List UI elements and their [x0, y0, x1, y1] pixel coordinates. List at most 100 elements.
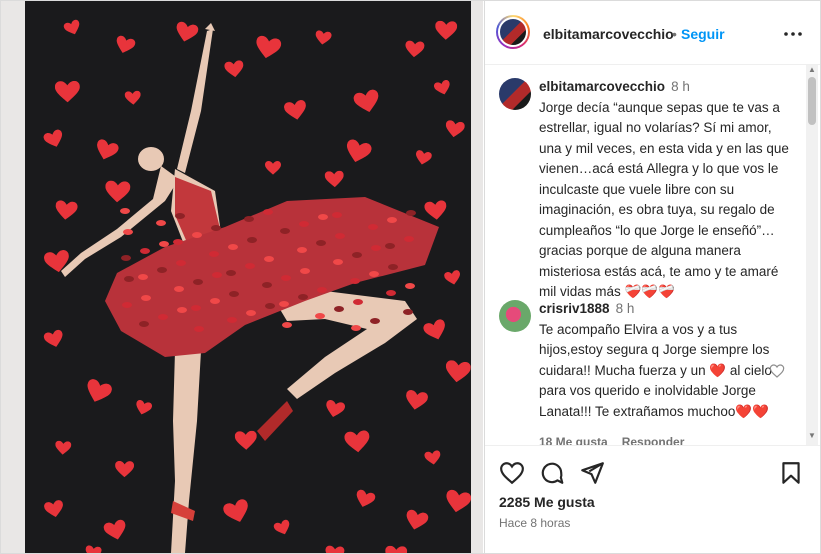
comment: crisriv1888 8 h Te acompaño Elvira a vos … — [539, 299, 797, 422]
comment-username[interactable]: crisriv1888 — [539, 301, 610, 316]
painted-heart — [343, 429, 371, 454]
painted-heart — [62, 18, 83, 37]
tutu-petal — [156, 220, 166, 226]
comment-likes[interactable]: 18 Me gusta — [539, 435, 608, 445]
tutu-petal — [244, 216, 254, 222]
tutu-petal — [263, 209, 273, 215]
painted-heart — [443, 488, 471, 515]
tutu-petal — [121, 255, 131, 261]
painted-heart — [54, 199, 79, 221]
post-media — [1, 1, 483, 553]
tutu-petal — [350, 278, 360, 284]
comment-avatar[interactable] — [499, 300, 531, 332]
painted-heart — [414, 149, 433, 167]
share-send-icon[interactable] — [579, 460, 605, 486]
painted-heart — [423, 449, 442, 466]
more-options-icon[interactable] — [781, 22, 805, 46]
painted-heart — [114, 460, 135, 478]
tutu-petal — [139, 321, 149, 327]
tutu-petal — [318, 214, 328, 220]
reply-button[interactable]: Responder — [622, 435, 685, 445]
painted-heart — [403, 389, 429, 412]
painted-heart — [352, 88, 382, 115]
tutu-petal — [404, 236, 414, 242]
tutu-petal — [193, 279, 203, 285]
painted-heart — [234, 430, 258, 451]
comments-list[interactable]: elbitamarcovecchio 8 h Jorge decía “aunqu… — [485, 65, 803, 445]
tutu-petal — [140, 248, 150, 254]
painted-heart — [133, 399, 153, 417]
painted-heart — [221, 497, 253, 526]
scroll-up-arrow-icon[interactable]: ▲ — [808, 65, 816, 74]
tutu-petal — [192, 232, 202, 238]
tutu-petal — [335, 233, 345, 239]
tutu-petal — [262, 282, 272, 288]
tutu-petal — [123, 229, 133, 235]
save-bookmark-icon[interactable] — [778, 460, 804, 486]
tutu-petal — [352, 252, 362, 258]
tutu-petal — [120, 208, 130, 214]
comments-scrollbar[interactable]: ▲ ▼ — [806, 65, 818, 445]
painted-heart — [404, 40, 425, 58]
painted-heart — [343, 138, 373, 166]
painted-heart — [253, 34, 283, 61]
caption: elbitamarcovecchio 8 h Jorge decía “aunqu… — [539, 77, 797, 303]
painted-heart — [124, 90, 142, 106]
tutu-petal — [229, 291, 239, 297]
tutu-petal — [158, 314, 168, 320]
caption-text: Jorge decía “aunque sepas que te vas a e… — [539, 99, 789, 300]
painted-heart — [272, 518, 293, 537]
painted-heart — [324, 170, 345, 188]
tutu-petal — [281, 275, 291, 281]
tutu-petal — [191, 305, 201, 311]
tutu-petal — [209, 251, 219, 257]
tutu-petal — [141, 295, 151, 301]
post-timestamp: Hace 8 horas — [499, 516, 571, 530]
tutu-petal — [157, 267, 167, 273]
tutu-petal — [371, 245, 381, 251]
painted-heart — [42, 328, 66, 350]
painted-heart — [323, 399, 346, 420]
painted-heart — [444, 119, 466, 139]
scrollbar-thumb[interactable] — [808, 77, 816, 125]
tutu-petal — [405, 283, 415, 289]
caption-username[interactable]: elbitamarcovecchio — [539, 79, 665, 94]
tutu-petal — [264, 256, 274, 262]
tutu-petal — [210, 298, 220, 304]
like-heart-icon[interactable] — [499, 460, 525, 486]
tutu-petal — [370, 318, 380, 324]
tutu-petal — [227, 317, 237, 323]
painted-heart — [54, 80, 81, 103]
painted-heart — [93, 138, 120, 163]
tutu-petal — [282, 322, 292, 328]
tutu-petal — [353, 299, 363, 305]
comment-meta: 18 Me gusta Responder — [539, 435, 698, 445]
painted-heart — [43, 499, 66, 519]
tutu-petal — [247, 237, 257, 243]
scroll-down-arrow-icon[interactable]: ▼ — [808, 431, 816, 440]
ballerina-painting — [42, 18, 471, 553]
tutu-petal — [333, 259, 343, 265]
painted-heart — [434, 20, 458, 41]
like-count[interactable]: 2285 Me gusta — [499, 494, 595, 510]
tutu-petal — [351, 325, 361, 331]
painted-heart — [283, 99, 309, 122]
comment-like-heart-icon[interactable] — [769, 363, 785, 379]
author-avatar[interactable] — [496, 15, 530, 49]
tutu-petal — [332, 212, 342, 218]
tutu-petal — [297, 247, 307, 253]
painted-heart — [443, 269, 462, 287]
comment-bubble-icon[interactable] — [539, 460, 565, 486]
tutu-petal — [138, 274, 148, 280]
caption-avatar[interactable] — [499, 78, 531, 110]
tutu-petal — [317, 287, 327, 293]
follow-button[interactable]: Seguir — [681, 26, 725, 42]
author-username[interactable]: elbitamarcovecchio — [543, 26, 674, 42]
tutu-petal — [385, 243, 395, 249]
tutu-petal — [279, 301, 289, 307]
painted-heart — [353, 488, 377, 510]
painted-heart — [422, 318, 449, 343]
painted-heart — [324, 545, 345, 553]
tutu-petal — [388, 264, 398, 270]
tutu-petal — [211, 225, 221, 231]
